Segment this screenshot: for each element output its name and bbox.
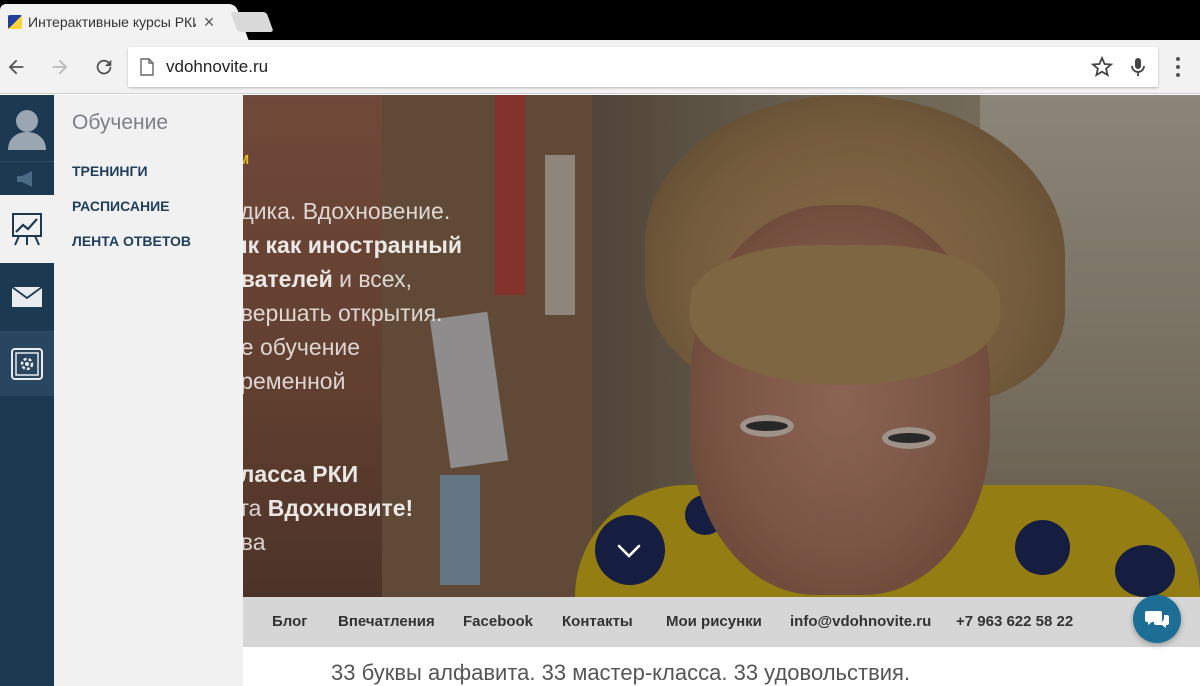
microphone-icon[interactable] [1126,55,1150,79]
hero-line: овершать открытия. [228,300,443,326]
nav-link-email[interactable]: info@vdohnovite.ru [790,613,931,630]
new-tab-button[interactable] [230,12,274,32]
browser-toolbar: vdohnovite.ru [0,40,1200,94]
mail-icon [11,286,43,307]
nav-link-blog[interactable]: Блог [272,613,308,630]
forward-button[interactable] [44,51,76,83]
user-icon [8,110,46,150]
chart-icon [12,213,42,246]
sidebar-link-schedule[interactable]: РАСПИСАНИЕ [72,198,170,214]
forward-arrow-icon [52,59,68,75]
panel-title: Обучение [72,111,169,134]
tab-title: Интерактивные курсы РКИ [28,14,196,30]
menu-dot [1176,65,1180,69]
settings-icon [11,348,43,380]
hero-line: одика. Вдохновение. [228,198,451,224]
nav-link-drawings[interactable]: Мои рисунки [666,613,762,630]
hero-line-bold: класса РКИ [228,461,359,487]
chat-button[interactable] [1133,595,1181,643]
hero-text: ОМ одика. Вдохновение. ык как иностранны… [228,95,528,597]
nav-link-contacts[interactable]: Контакты [562,613,633,630]
tab-strip: Интерактивные курсы РКИ × [0,0,1200,40]
tagline: 33 буквы алфавита. 33 мастер-класса. 33 … [331,660,911,685]
browser-menu-button[interactable] [1166,52,1190,82]
rail-item-settings[interactable] [0,332,54,396]
address-bar[interactable]: vdohnovite.ru [128,47,1158,87]
reload-button[interactable] [88,51,120,83]
nav-link-phone[interactable]: +7 963 622 58 22 [956,613,1073,630]
menu-dot [1176,73,1180,77]
bookmark-star-icon[interactable] [1090,55,1114,79]
hero-line-text: и всех, [332,266,412,292]
hero-line-bold: ык как иностранный [228,232,462,258]
hero-line-bold: Вдохновите! [267,495,414,521]
sidebar-panel: Обучение ТРЕНИНГИ РАСПИСАНИЕ ЛЕНТА ОТВЕТ… [54,95,243,686]
hero-line: авателей и всех, [228,266,412,293]
rail-item-profile[interactable] [0,95,54,161]
sidebar-link-answers-feed[interactable]: ЛЕНТА ОТВЕТОВ [72,233,191,249]
rail-item-announcements[interactable] [0,162,54,195]
hero-line: ое обучение [228,334,361,360]
scroll-down-chevron-icon[interactable] [610,540,648,564]
reload-icon [96,59,112,75]
close-tab-icon[interactable]: × [200,12,218,33]
hero-line: временной [228,368,346,394]
page-viewport: ОМ одика. Вдохновение. ык как иностранны… [0,95,1200,686]
chat-bubbles-icon [1145,611,1169,628]
site-favicon-icon [8,15,22,29]
browser-tab[interactable]: Интерактивные курсы РКИ × [0,4,232,40]
back-arrow-icon [8,59,24,75]
hero-line-bold: авателей [228,266,333,292]
menu-dot [1176,57,1180,61]
sidebar-icon-rail [0,95,54,686]
sidebar-link-trainings[interactable]: ТРЕНИНГИ [72,163,148,179]
hero-line: кта Вдохновите! [228,495,413,522]
hero-line: класса РКИ [228,461,358,488]
rail-item-mail[interactable] [0,263,54,331]
rail-item-learning[interactable] [0,195,54,263]
nav-link-impressions[interactable]: Впечатления [338,613,435,630]
megaphone-icon [17,170,32,187]
nav-link-facebook[interactable]: Facebook [463,613,533,630]
url-text[interactable]: vdohnovite.ru [166,57,268,77]
hero-line: ык как иностранный [228,232,462,259]
page-icon [140,58,154,76]
back-button[interactable] [0,51,32,83]
